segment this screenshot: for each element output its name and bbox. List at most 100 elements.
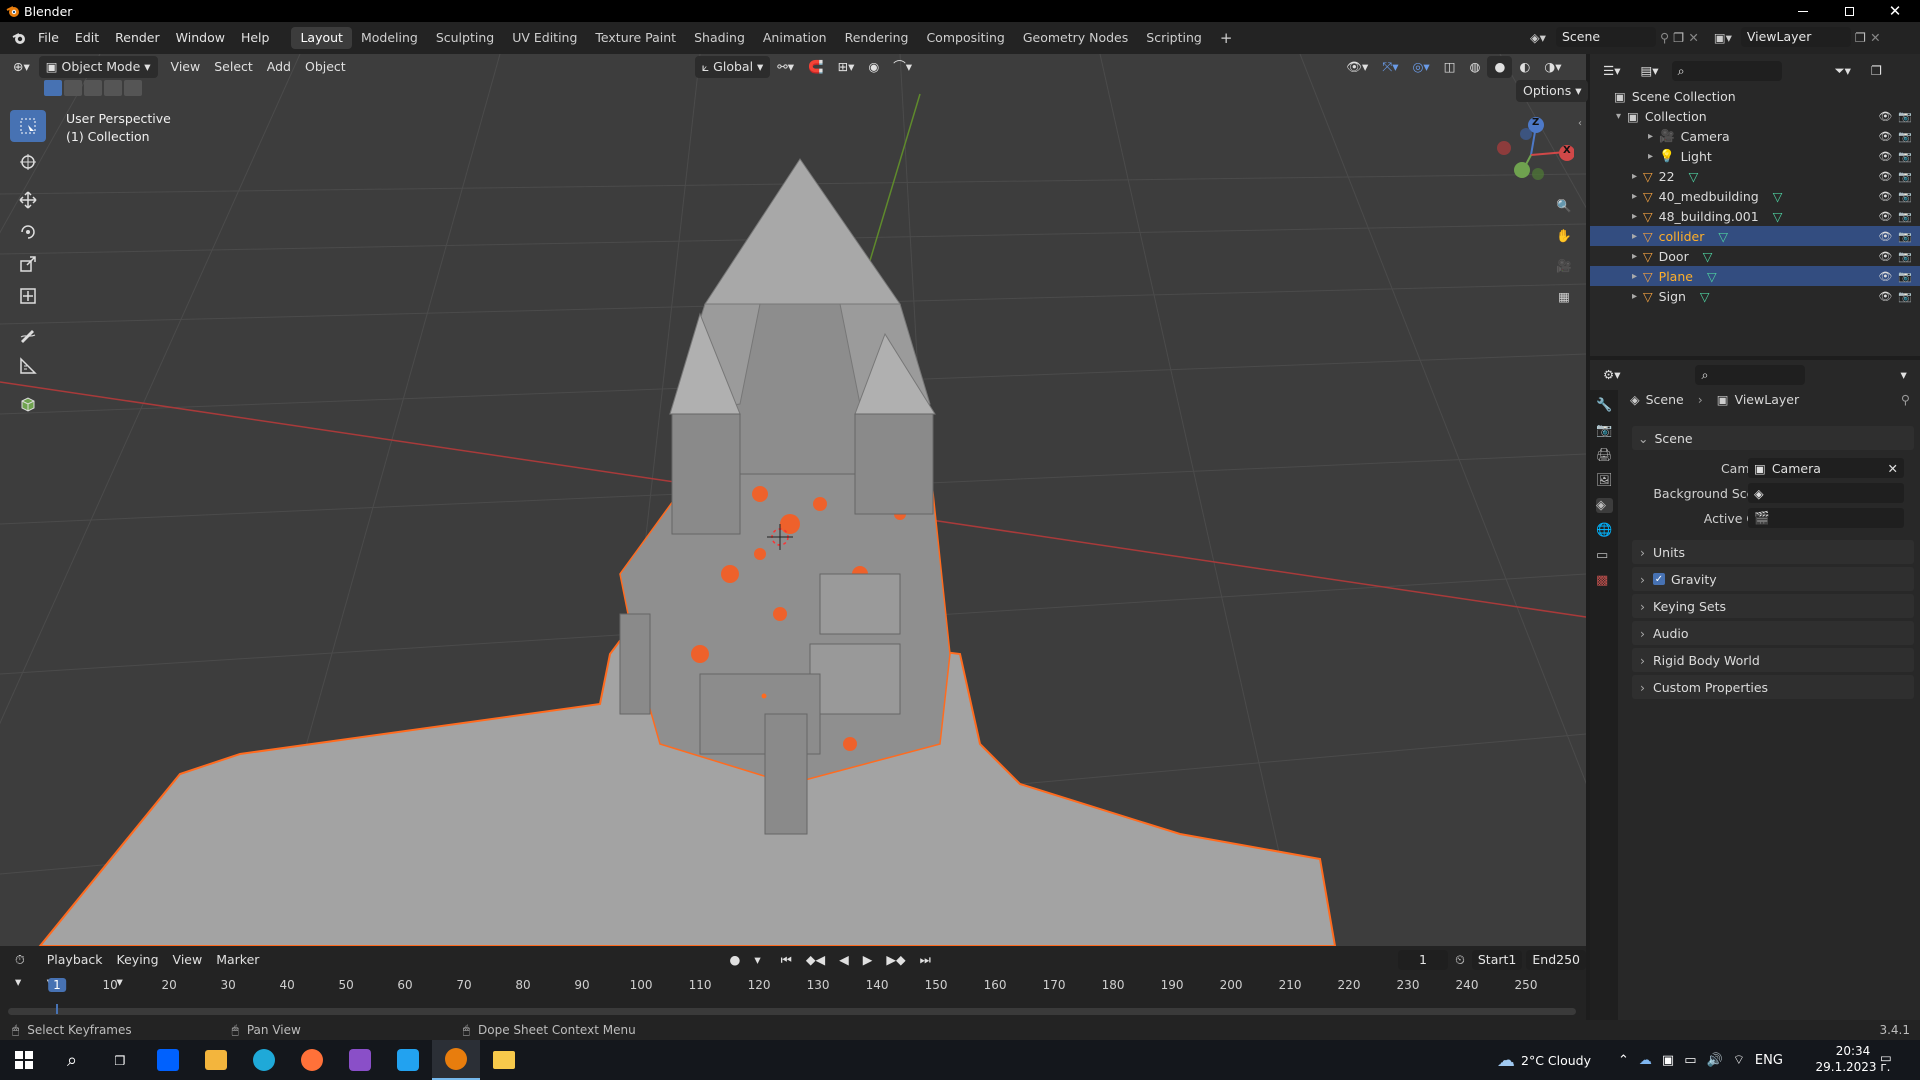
outliner-root-row[interactable]: ▣ Scene Collection	[1590, 86, 1920, 106]
eye-icon[interactable]: 👁	[1878, 210, 1892, 223]
background-scene-field[interactable]: ◈	[1748, 483, 1904, 503]
camera-render-icon[interactable]: 📷	[1898, 270, 1912, 283]
timeline-scrollbar[interactable]	[8, 1008, 1576, 1015]
clock-icon[interactable]: ⏲	[1448, 949, 1472, 971]
proportional-edit-button[interactable]: ◉	[861, 56, 886, 78]
xray-button[interactable]: ◫	[1437, 56, 1463, 78]
filter-button[interactable]: ⏷▾	[1828, 60, 1858, 82]
weather-widget[interactable]: ☁ 2°C Cloudy	[1497, 1040, 1591, 1080]
display-mode-button[interactable]: ▤▾	[1633, 60, 1665, 82]
outliner-row-22[interactable]: ▸ ▽ 22 ▽ 👁 📷	[1590, 166, 1920, 186]
properties-search-input[interactable]: ⌕	[1695, 365, 1806, 385]
camera-render-icon[interactable]: 📷	[1898, 110, 1912, 123]
eye-icon[interactable]: 👁	[1878, 170, 1892, 183]
play-button[interactable]: ▶	[856, 949, 880, 971]
navigation-gizmo[interactable]: Z X	[1488, 112, 1574, 198]
start-button[interactable]	[0, 1040, 48, 1080]
close-button[interactable]: ✕	[1872, 0, 1918, 22]
viewlayer-tab-icon[interactable]: 🖼	[1596, 473, 1613, 488]
camera-field[interactable]: ▣ Camera ✕	[1748, 458, 1904, 478]
section-audio[interactable]: › Audio	[1632, 621, 1914, 645]
select-box-tool[interactable]	[10, 110, 46, 142]
add-cube-tool[interactable]	[10, 388, 46, 420]
mesh-data-icon[interactable]: ▽	[1707, 269, 1717, 284]
viewlayer-field[interactable]: ViewLayer	[1740, 27, 1851, 47]
keying-set-button[interactable]: ▾	[747, 949, 767, 971]
play-reverse-button[interactable]: ◀	[832, 949, 856, 971]
menu-view[interactable]: View	[164, 56, 208, 78]
visual-studio-button[interactable]	[336, 1040, 384, 1080]
menu-add[interactable]: Add	[260, 56, 298, 78]
outliner-row-40-medbuilding[interactable]: ▸ ▽ 40_medbuilding ▽ 👁 📷	[1590, 186, 1920, 206]
camera-render-icon[interactable]: 📷	[1898, 190, 1912, 203]
eye-icon[interactable]: 👁	[1878, 270, 1892, 283]
wifi-icon[interactable]: ⌔	[1733, 1052, 1745, 1068]
prev-keyframe-button[interactable]: ◆◀	[799, 949, 832, 971]
annotate-tool[interactable]	[10, 318, 46, 350]
next-keyframe-button[interactable]: ▶◆	[879, 949, 912, 971]
menu-timeline-view[interactable]: View	[166, 949, 210, 971]
menu-keying[interactable]: Keying ▾	[110, 949, 166, 989]
mesh-data-icon[interactable]: ▽	[1718, 229, 1728, 244]
store-button[interactable]	[192, 1040, 240, 1080]
visibility-button[interactable]: 👁▾	[1339, 56, 1375, 78]
delete-scene-icon[interactable]: ✕	[1688, 30, 1698, 45]
camera-render-icon[interactable]: 📷	[1898, 230, 1912, 243]
mesh-data-icon[interactable]: ▽	[1703, 249, 1713, 264]
tab-scripting[interactable]: Scripting	[1137, 27, 1211, 49]
eye-icon[interactable]: 👁	[1878, 230, 1892, 243]
pivot-point-button[interactable]: ⚯▾	[770, 56, 801, 78]
outliner-row-sign[interactable]: ▸ ▽ Sign ▽ 👁 📷	[1590, 286, 1920, 306]
outliner-row-collider[interactable]: ▸ ▽ collider ▽ 👁 📷	[1590, 226, 1920, 246]
gravity-checkbox[interactable]: ✓	[1653, 573, 1665, 585]
select-extend-icon[interactable]	[64, 80, 82, 96]
new-scene-icon[interactable]: ❐	[1673, 30, 1684, 45]
delete-viewlayer-icon[interactable]: ✕	[1870, 30, 1880, 45]
task-view-button[interactable]: ❐	[96, 1040, 144, 1080]
move-tool[interactable]	[10, 184, 46, 216]
menu-window[interactable]: Window	[168, 27, 233, 49]
tab-animation[interactable]: Animation	[754, 27, 836, 49]
select-invert-icon[interactable]	[104, 80, 122, 96]
menu-help[interactable]: Help	[233, 27, 278, 49]
editor-type-button[interactable]: ⊕▾	[6, 56, 37, 78]
search-button[interactable]: ⌕	[48, 1040, 96, 1080]
camera-render-icon[interactable]: 📷	[1898, 150, 1912, 163]
texture-tab-icon[interactable]: ▩	[1596, 573, 1613, 588]
camera-view-button[interactable]: 🎥	[1551, 253, 1577, 279]
breadcrumb-scene[interactable]: Scene	[1646, 392, 1684, 407]
scene-icon[interactable]: ◈▾	[1524, 30, 1552, 45]
menu-edit[interactable]: Edit	[67, 27, 107, 49]
outliner-row-camera[interactable]: ▸ 🎥 Camera 👁 📷	[1590, 126, 1920, 146]
outliner-editor-type-button[interactable]: ☰▾	[1596, 60, 1627, 82]
tab-compositing[interactable]: Compositing	[917, 27, 1013, 49]
shading-solid-button[interactable]: ●	[1487, 56, 1513, 78]
clear-icon[interactable]: ✕	[1888, 461, 1898, 476]
tab-texture-paint[interactable]: Texture Paint	[586, 27, 685, 49]
shading-rendered-button[interactable]: ◑▾	[1537, 56, 1568, 78]
expand-arrow-icon[interactable]: ▸	[1632, 291, 1637, 302]
sidebar-toggle-icon[interactable]: ‹	[1578, 118, 1582, 129]
active-clip-field[interactable]: 🎬	[1748, 508, 1904, 528]
menu-render[interactable]: Render	[107, 27, 168, 49]
overlay-button[interactable]: ◎▾	[1406, 56, 1437, 78]
start-frame-field[interactable]: Start 1	[1471, 950, 1523, 970]
end-frame-field[interactable]: End 250	[1526, 950, 1586, 970]
current-frame-field[interactable]: 1	[1397, 950, 1449, 970]
vscode-button[interactable]	[384, 1040, 432, 1080]
select-subtract-icon[interactable]	[84, 80, 102, 96]
camera-render-icon[interactable]: 📷	[1898, 170, 1912, 183]
section-gravity[interactable]: › ✓ Gravity	[1632, 567, 1914, 591]
select-new-icon[interactable]	[44, 80, 62, 96]
outliner-row-light[interactable]: ▸ 💡 Light 👁 📷	[1590, 146, 1920, 166]
3d-viewport[interactable]	[0, 54, 1586, 946]
blender-taskbar-button[interactable]	[432, 1040, 480, 1080]
breadcrumb-viewlayer[interactable]: ViewLayer	[1735, 392, 1800, 407]
menu-file[interactable]: File	[30, 27, 67, 49]
pan-button[interactable]: ✋	[1551, 223, 1577, 249]
camera-render-icon[interactable]: 📷	[1898, 130, 1912, 143]
timeline-editor-type-button[interactable]: ⏱▾	[8, 949, 32, 989]
scene-section-header[interactable]: ⌄ Scene	[1632, 426, 1914, 450]
camera-render-icon[interactable]: 📷	[1898, 290, 1912, 303]
camera-render-icon[interactable]: 📷	[1898, 250, 1912, 263]
